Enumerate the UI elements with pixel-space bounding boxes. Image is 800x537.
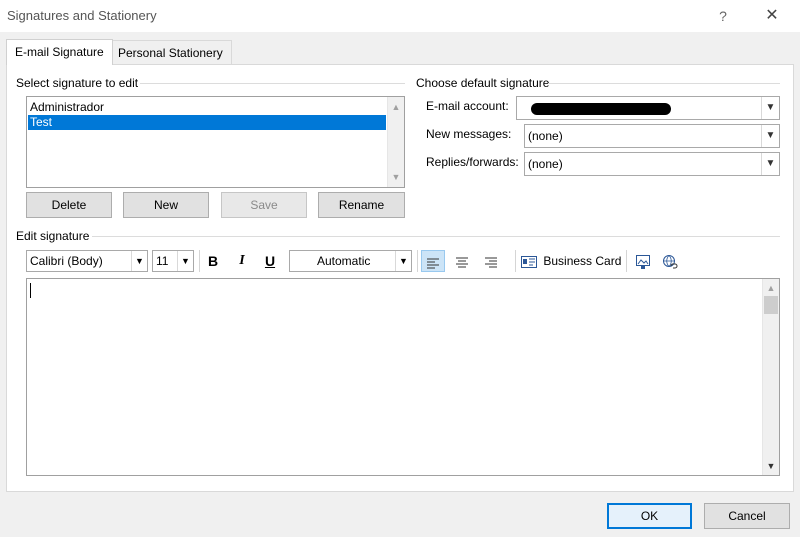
text-caret (30, 283, 31, 298)
delete-button[interactable]: Delete (26, 192, 112, 218)
toolbar-separator (417, 250, 418, 272)
align-right-icon (485, 257, 497, 268)
new-button-label: New (153, 198, 178, 212)
chevron-down-icon[interactable]: ▼ (131, 251, 147, 271)
toolbar-separator (626, 250, 627, 272)
scroll-up-icon[interactable]: ▲ (763, 280, 779, 296)
cancel-button-label: Cancel (728, 509, 766, 523)
chevron-down-icon[interactable]: ▼ (177, 251, 193, 271)
toolbar-separator (199, 250, 200, 272)
save-button-label: Save (250, 198, 278, 212)
chevron-down-icon[interactable]: ▼ (761, 153, 779, 175)
chevron-down-icon[interactable]: ▼ (395, 251, 411, 271)
business-card-icon (521, 255, 537, 268)
new-messages-label: New messages: (426, 127, 512, 141)
chevron-down-icon[interactable]: ▼ (761, 97, 779, 119)
close-button[interactable]: ✕ (755, 4, 789, 28)
list-item[interactable]: Test (28, 115, 386, 130)
business-card-label: Business Card (543, 254, 622, 268)
new-messages-value: (none) (528, 129, 563, 143)
align-center-icon (456, 257, 468, 268)
rename-button-label: Rename (338, 198, 385, 212)
ok-button[interactable]: OK (607, 503, 692, 529)
tab-email-signature[interactable]: E-mail Signature (6, 39, 113, 65)
tab-email-signature-label: E-mail Signature (15, 45, 104, 59)
select-signature-label: Select signature to edit (16, 76, 139, 90)
delete-button-label: Delete (51, 198, 87, 212)
replies-forwards-label: Replies/forwards: (426, 155, 519, 169)
align-left-button[interactable] (421, 250, 445, 272)
window-title: Signatures and Stationery (7, 8, 157, 23)
tab-personal-stationery[interactable]: Personal Stationery (109, 40, 232, 64)
underline-button[interactable]: U (258, 250, 282, 272)
default-signature-divider (548, 83, 780, 84)
editor-scrollbar[interactable]: ▲ ▼ (762, 279, 779, 475)
align-right-button[interactable] (479, 250, 503, 272)
font-size-select[interactable]: 11 ▼ (152, 250, 194, 272)
toolbar-separator (515, 250, 516, 272)
font-value: Calibri (Body) (30, 254, 103, 268)
font-size-value: 11 (156, 254, 169, 268)
italic-button[interactable]: I (230, 250, 254, 272)
save-button[interactable]: Save (221, 192, 307, 218)
replies-forwards-select[interactable]: (none) ▼ (524, 152, 780, 176)
list-item[interactable]: Administrador (28, 100, 386, 115)
font-color-select[interactable]: Automatic ▼ (289, 250, 412, 272)
help-button[interactable]: ? (708, 4, 738, 28)
replies-forwards-value: (none) (528, 157, 563, 171)
new-button[interactable]: New (123, 192, 209, 218)
edit-signature-divider (92, 236, 780, 237)
edit-signature-label: Edit signature (16, 229, 90, 243)
redacted-account (531, 103, 671, 115)
align-left-icon (427, 258, 439, 269)
font-select[interactable]: Calibri (Body) ▼ (26, 250, 148, 272)
rename-button[interactable]: Rename (318, 192, 405, 218)
picture-icon (636, 255, 650, 270)
new-messages-select[interactable]: (none) ▼ (524, 124, 780, 148)
scroll-up-icon[interactable]: ▲ (388, 99, 404, 115)
insert-hyperlink-button[interactable] (658, 250, 682, 272)
email-account-label: E-mail account: (426, 99, 509, 113)
default-signature-label: Choose default signature (416, 76, 550, 90)
ok-button-label: OK (640, 509, 659, 523)
scroll-thumb[interactable] (764, 296, 778, 314)
scroll-down-icon[interactable]: ▼ (388, 169, 404, 185)
select-signature-divider (140, 83, 405, 84)
signature-editor[interactable]: ▲ ▼ (26, 278, 780, 476)
business-card-button[interactable]: Business Card (521, 250, 621, 272)
font-color-value: Automatic (317, 254, 371, 268)
insert-picture-button[interactable] (631, 250, 655, 272)
email-account-select[interactable]: ▼ (516, 96, 780, 120)
signature-list[interactable]: Administrador Test ▲ ▼ (26, 96, 405, 188)
cancel-button[interactable]: Cancel (704, 503, 790, 529)
bold-button[interactable]: B (201, 250, 225, 272)
tab-personal-stationery-label: Personal Stationery (118, 46, 223, 60)
scroll-down-icon[interactable]: ▼ (763, 458, 779, 474)
signature-list-scrollbar[interactable]: ▲ ▼ (387, 97, 404, 187)
align-center-button[interactable] (450, 250, 474, 272)
hyperlink-globe-icon (663, 255, 678, 269)
chevron-down-icon[interactable]: ▼ (761, 125, 779, 147)
